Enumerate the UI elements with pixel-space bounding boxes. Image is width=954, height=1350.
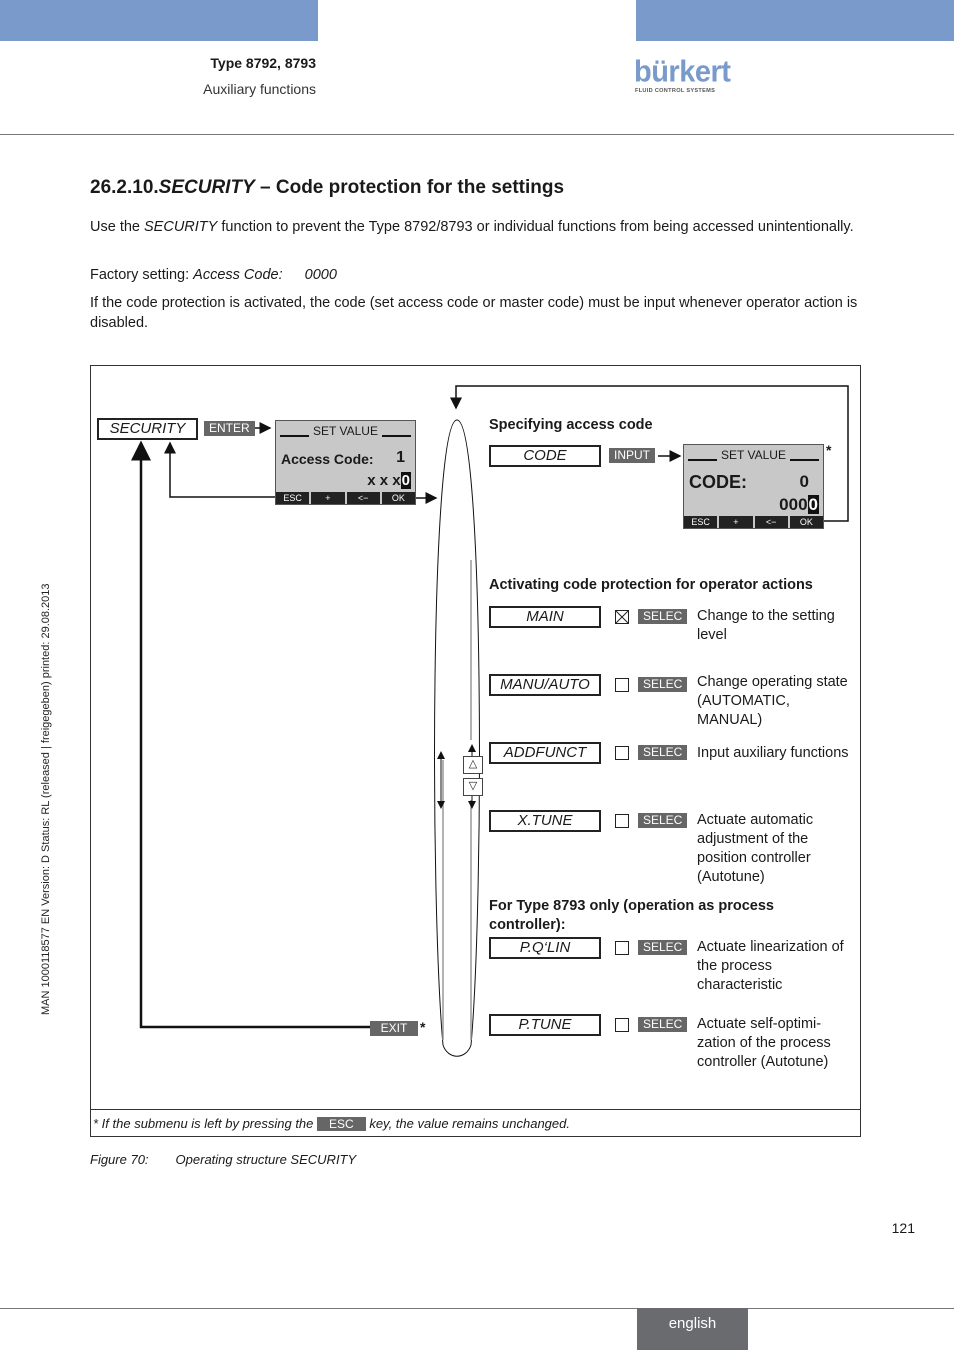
lcd-code: SET VALUE CODE: 0 0000 ESC + <− OK [683, 444, 824, 529]
language-tab: english [637, 1308, 748, 1350]
plus-key[interactable]: + [719, 516, 753, 528]
xtune-menu-item[interactable]: X.TUNE [489, 810, 601, 832]
addfunct-menu-item[interactable]: ADDFUNCT [489, 742, 601, 764]
footnote-divider [91, 1109, 860, 1110]
xtune-checkbox[interactable] [615, 814, 629, 828]
lcd-value: 1 [396, 449, 405, 466]
ptune-checkbox[interactable] [615, 1018, 629, 1032]
addfunct-description: Input auxiliary functions [697, 745, 849, 761]
back-key[interactable]: <− [754, 516, 788, 528]
lcd-softkeys: ESC + <− OK [276, 492, 415, 504]
addfunct-checkbox[interactable] [615, 746, 629, 760]
esc-key[interactable]: ESC [276, 492, 310, 504]
xtune-description: Actuate automatic adjustment of the posi… [697, 812, 814, 885]
figure-caption: Figure 70: Operating structure SECURITY [90, 1152, 357, 1167]
select-key[interactable]: SELEC [638, 940, 688, 955]
input-key[interactable]: INPUT [609, 448, 655, 463]
code-menu-item[interactable]: CODE [489, 445, 601, 467]
footer-rule [0, 1308, 954, 1309]
lcd-value: 0 [799, 472, 809, 491]
arrow-down-key-icon[interactable]: ▽ [463, 778, 483, 796]
arrow-up-key-icon[interactable]: △ [463, 756, 483, 774]
activating-heading: Activating code protection for operator … [489, 577, 813, 593]
lcd-label: CODE: [689, 472, 747, 492]
pqlin-checkbox[interactable] [615, 941, 629, 955]
plus-key[interactable]: + [311, 492, 345, 504]
menu-loop [434, 419, 480, 1057]
select-key[interactable]: SELEC [638, 813, 688, 828]
lcd-entry: x x x0 [367, 472, 411, 489]
ptune-menu-item[interactable]: P.TUNE [489, 1014, 601, 1036]
lcd-softkeys: ESC + <− OK [684, 516, 823, 528]
lcd1-return-arrow [164, 441, 275, 498]
manu-auto-description: Change operating state (AUTOMATIC, MANUA… [697, 674, 848, 728]
main-description: Change to the setting level [697, 608, 835, 643]
lcd-entry: 0000 [779, 495, 819, 514]
select-key[interactable]: SELEC [638, 609, 688, 624]
manu-auto-checkbox[interactable] [615, 678, 629, 692]
esc-key-label: ESC [317, 1117, 366, 1131]
lcd-label: Access Code: [281, 451, 374, 467]
select-key[interactable]: SELEC [638, 677, 688, 692]
ptune-description: Actuate self-optimi-zation of the proces… [697, 1016, 831, 1070]
select-key[interactable]: SELEC [638, 1017, 688, 1032]
exit-key[interactable]: EXIT [370, 1021, 418, 1036]
security-menu-item[interactable]: SECURITY [97, 418, 198, 440]
specifying-heading: Specifying access code [489, 417, 653, 433]
footnote: * If the submenu is left by pressing the… [93, 1116, 570, 1131]
pqlin-menu-item[interactable]: P.Q‘LIN [489, 937, 601, 959]
page-number: 121 [891, 1220, 915, 1236]
pqlin-description: Actuate linearization of the process cha… [697, 939, 844, 993]
asterisk-mark: * [826, 442, 832, 458]
lcd-title: SET VALUE [309, 424, 382, 438]
ok-key[interactable]: OK [789, 516, 823, 528]
asterisk-mark: * [420, 1019, 426, 1035]
exit-return-arrow [131, 440, 370, 1029]
ok-key[interactable]: OK [381, 492, 415, 504]
main-menu-item[interactable]: MAIN [489, 606, 601, 628]
type8793-heading: For Type 8793 only (operation as process… [489, 898, 774, 933]
back-key[interactable]: <− [346, 492, 380, 504]
enter-key[interactable]: ENTER [204, 421, 255, 436]
select-key[interactable]: SELEC [638, 745, 688, 760]
main-checkbox[interactable] [615, 610, 629, 624]
lcd-title: SET VALUE [717, 448, 790, 462]
esc-key[interactable]: ESC [684, 516, 718, 528]
lcd-access-code: SET VALUE Access Code: 1 x x x0 ESC + <−… [275, 420, 416, 505]
manu-auto-menu-item[interactable]: MANU/AUTO [489, 674, 601, 696]
